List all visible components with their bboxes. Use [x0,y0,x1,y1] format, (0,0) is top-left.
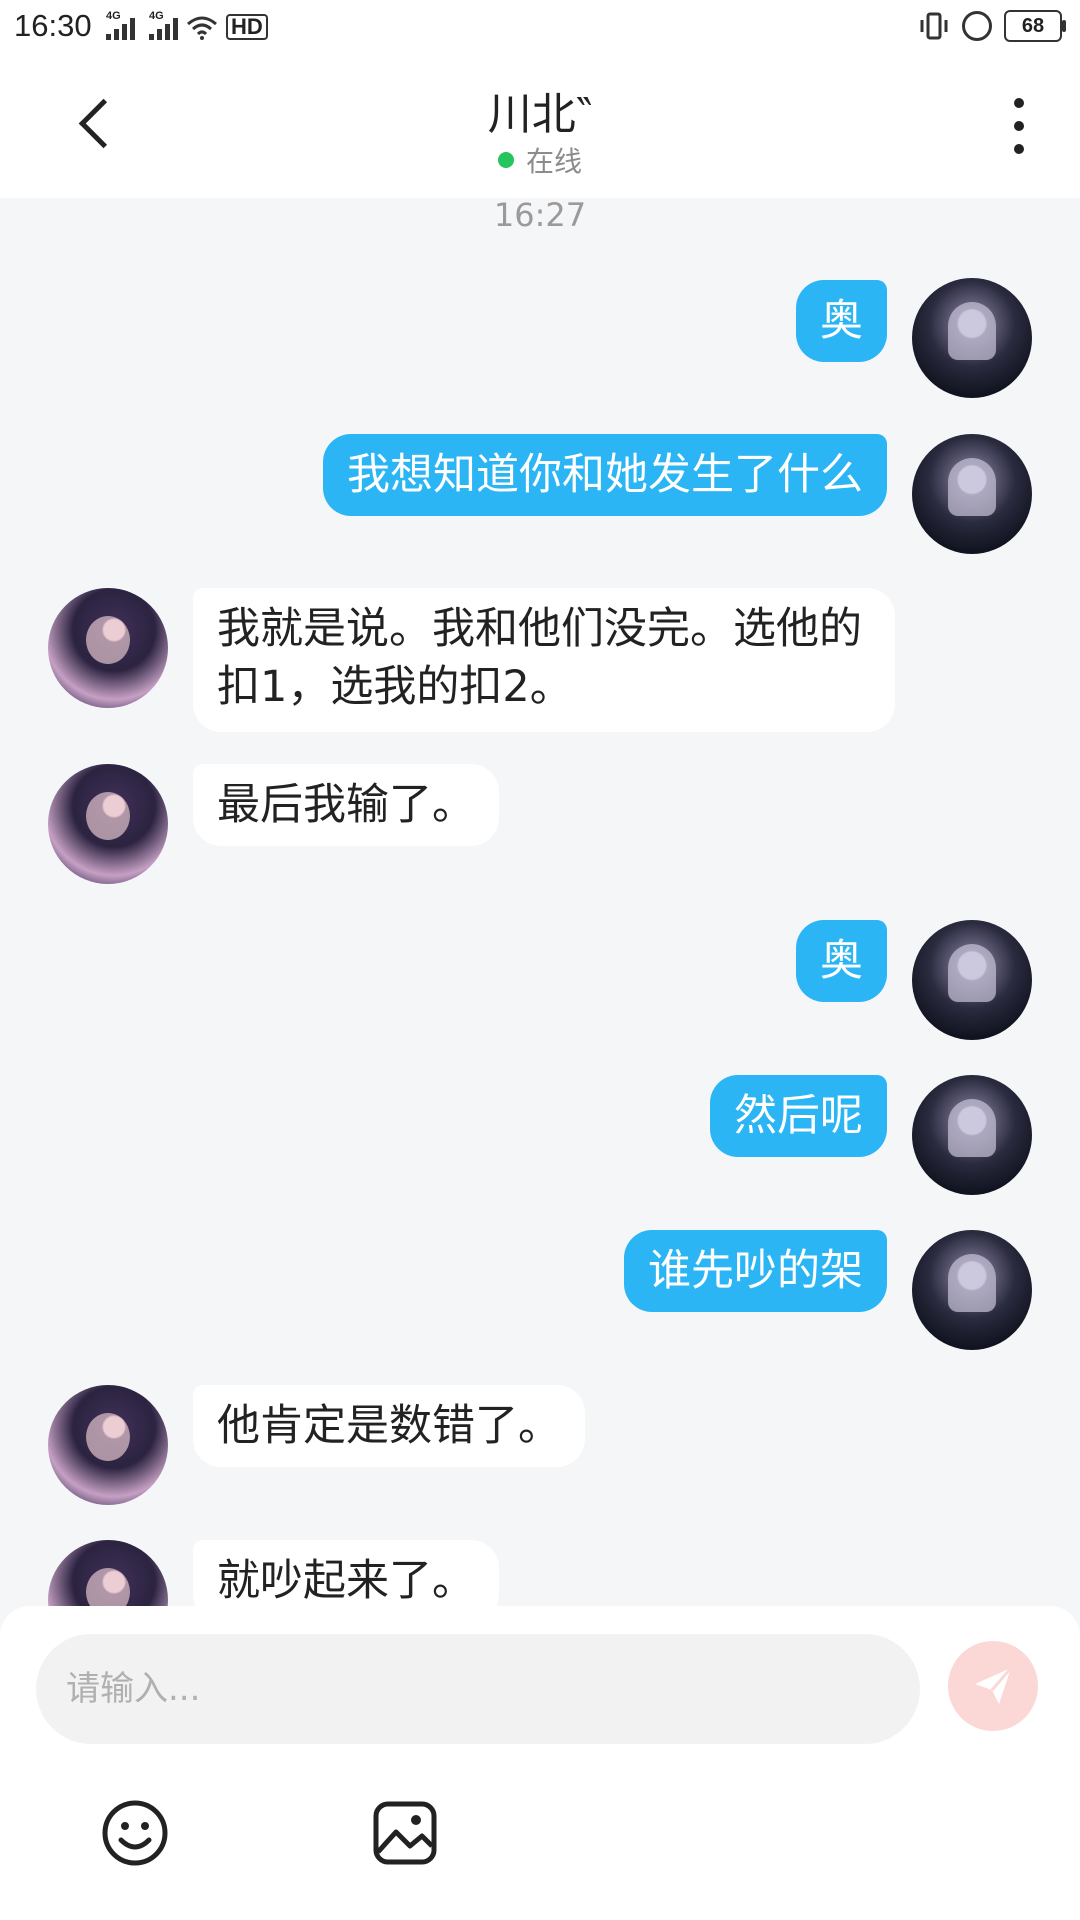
rotation-lock-icon [962,11,992,41]
image-icon[interactable] [370,1798,440,1868]
online-dot [497,152,514,168]
my-avatar[interactable] [912,278,1032,398]
message-bubble[interactable]: 他肯定是数错了。 [193,1385,585,1467]
presence-label: 在线 [525,145,582,178]
message-bubble[interactable]: 就吵起来了。 [193,1540,499,1606]
hd-voice-icon: HD [226,14,268,40]
more-vertical-icon [1014,98,1024,108]
message-list[interactable]: 奥 我想知道你和她发生了什么 我就是说。我和他们没完。选他的扣1，选我的扣2。 … [0,198,1080,1606]
battery-icon: 68 [1004,10,1066,42]
send-button[interactable] [948,1641,1038,1731]
message-bubble[interactable]: 我就是说。我和他们没完。选他的扣1，选我的扣2。 [193,588,895,732]
status-right: 68 [918,10,1066,42]
my-avatar[interactable] [912,920,1032,1040]
paper-plane-icon [975,1667,1013,1704]
composer [0,1606,1080,1920]
signal-icon: 4G [106,10,135,40]
contact-name: 川北‶ [487,89,593,140]
message-bubble[interactable]: 我想知道你和她发生了什么 [323,434,887,516]
message-bubble[interactable]: 奥 [796,920,887,1002]
wifi-icon [187,16,217,40]
my-avatar[interactable] [912,434,1032,554]
message-bubble[interactable]: 谁先吵的架 [624,1230,887,1312]
message-bubble[interactable]: 奥 [796,280,887,362]
network-indicators: 4G 4G HD [106,10,268,40]
more-button[interactable] [1004,98,1034,154]
message-bubble[interactable]: 然后呢 [710,1075,887,1157]
network-type-label: 4G [149,10,164,22]
contact-avatar[interactable] [48,588,168,708]
status-time: 16:30 [14,8,92,43]
contact-avatar[interactable] [48,764,168,884]
my-avatar[interactable] [912,1230,1032,1350]
presence-status: 在线 [0,140,1080,180]
status-bar: 16:30 4G 4G HD 68 [0,0,1080,54]
emoji-icon[interactable] [100,1798,170,1868]
contact-avatar[interactable] [48,1540,168,1606]
signal-icon: 4G [149,10,178,40]
contact-avatar[interactable] [48,1385,168,1505]
my-avatar[interactable] [912,1075,1032,1195]
vibrate-icon [920,12,948,40]
message-input[interactable] [36,1634,920,1744]
message-bubble[interactable]: 最后我输了。 [193,764,499,846]
chat-header: 川北‶ 在线 [0,54,1080,198]
network-type-label: 4G [106,10,121,22]
